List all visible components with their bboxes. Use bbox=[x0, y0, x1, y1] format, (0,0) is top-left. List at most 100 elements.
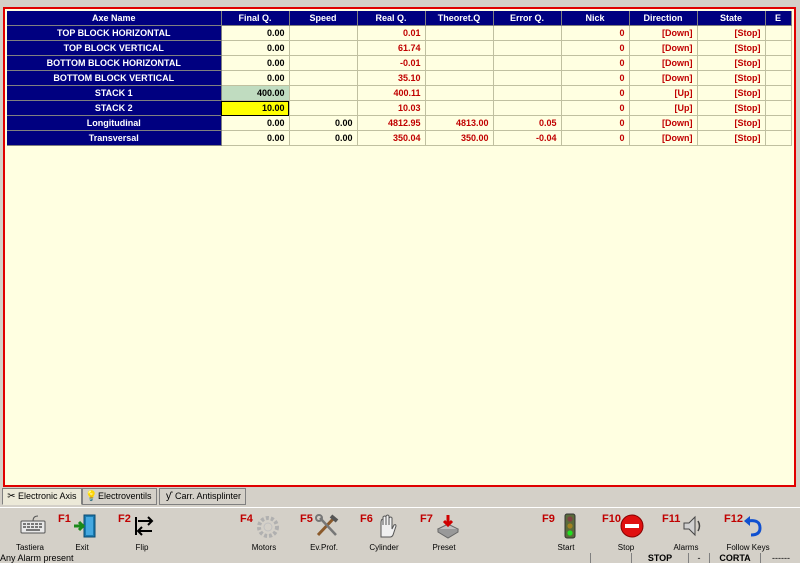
e-cell bbox=[765, 40, 792, 56]
speed-cell[interactable]: 0.00 bbox=[289, 130, 358, 146]
f6-label: Cylinder bbox=[369, 543, 399, 552]
column-header-state[interactable]: State bbox=[697, 11, 766, 26]
e-cell bbox=[765, 85, 792, 101]
state-cell: [Stop] bbox=[697, 25, 766, 41]
theoret-q-cell bbox=[425, 100, 494, 116]
f10-stop-button[interactable]: F10 Stop bbox=[602, 510, 650, 554]
tab-label: Electroventils bbox=[98, 491, 152, 501]
final-q-cell-selected[interactable]: 10.00 bbox=[221, 100, 290, 116]
speed-cell[interactable]: 0.00 bbox=[289, 115, 358, 131]
state-cell: [Stop] bbox=[697, 40, 766, 56]
axe-name-cell[interactable]: Transversal bbox=[7, 130, 222, 146]
final-q-cell[interactable]: 0.00 bbox=[221, 130, 290, 146]
final-q-cell[interactable]: 0.00 bbox=[221, 115, 290, 131]
column-header-direction[interactable]: Direction bbox=[629, 11, 698, 26]
error-q-cell: -0.04 bbox=[493, 130, 562, 146]
column-header-final-q[interactable]: Final Q. bbox=[221, 11, 290, 26]
f9-start-button[interactable]: F9 Start bbox=[542, 510, 590, 554]
speed-cell[interactable] bbox=[289, 25, 358, 41]
f7-preset-button[interactable]: F7 Preset bbox=[420, 510, 468, 554]
column-header-theoret-q[interactable]: Theoret.Q bbox=[425, 11, 494, 26]
axe-name-cell[interactable]: Longitudinal bbox=[7, 115, 222, 131]
theoret-q-cell bbox=[425, 70, 494, 86]
final-q-cell[interactable]: 0.00 bbox=[221, 55, 290, 71]
error-q-cell bbox=[493, 55, 562, 71]
keyboard-button[interactable]: Tastiera bbox=[6, 510, 54, 554]
status-bar: Any Alarm present STOP - CORTA ------ bbox=[0, 553, 800, 563]
f5-key-label: F5 bbox=[300, 513, 313, 525]
e-cell bbox=[765, 25, 792, 41]
column-header-axe-name[interactable]: Axe Name bbox=[7, 11, 222, 26]
f12-follow-keys-button[interactable]: F12 Follow Keys bbox=[724, 510, 772, 554]
nick-cell: 0 bbox=[561, 70, 630, 86]
f10-label: Stop bbox=[617, 543, 635, 552]
f12-label: Follow Keys bbox=[726, 543, 770, 552]
function-key-toolbar: Tastiera F1 Exit F2 Flip F4 Motors F5 Ev… bbox=[0, 507, 800, 554]
nick-cell: 0 bbox=[561, 85, 630, 101]
speed-cell[interactable] bbox=[289, 85, 358, 101]
f1-exit-button[interactable]: F1 Exit bbox=[58, 510, 106, 554]
tools-icon: ✂ bbox=[7, 491, 16, 502]
axis-table: Axe Name Final Q. Speed Real Q. Theoret.… bbox=[7, 11, 792, 146]
column-header-nick[interactable]: Nick bbox=[561, 11, 630, 26]
axe-name-cell[interactable]: TOP BLOCK VERTICAL bbox=[7, 40, 222, 56]
table-row[interactable]: TOP BLOCK HORIZONTAL 0.00 0.01 0 [Down] … bbox=[7, 25, 792, 41]
speaker-icon bbox=[683, 515, 701, 537]
speed-cell[interactable] bbox=[289, 70, 358, 86]
e-cell bbox=[765, 115, 792, 131]
speed-cell[interactable] bbox=[289, 100, 358, 116]
status-message: Any Alarm present bbox=[0, 553, 74, 563]
direction-cell: [Down] bbox=[629, 70, 698, 86]
final-q-cell[interactable]: 0.00 bbox=[221, 25, 290, 41]
column-header-speed[interactable]: Speed bbox=[289, 11, 358, 26]
axis-grid-panel: Axe Name Final Q. Speed Real Q. Theoret.… bbox=[3, 7, 796, 487]
final-q-cell[interactable]: 400.00 bbox=[221, 85, 290, 101]
axe-name-cell[interactable]: STACK 2 bbox=[7, 100, 222, 116]
table-row[interactable]: Transversal 0.00 0.00 350.04 350.00 -0.0… bbox=[7, 130, 792, 146]
preset-icon bbox=[436, 515, 460, 539]
exit-door-icon bbox=[74, 514, 96, 538]
column-header-real-q[interactable]: Real Q. bbox=[357, 11, 426, 26]
axe-name-cell[interactable]: BOTTOM BLOCK VERTICAL bbox=[7, 70, 222, 86]
column-header-error-q[interactable]: Error Q. bbox=[493, 11, 562, 26]
stop-sign-icon bbox=[620, 514, 644, 538]
state-cell: [Stop] bbox=[697, 100, 766, 116]
table-row[interactable]: STACK 1 400.00 400.11 0 [Up] [Stop] bbox=[7, 85, 792, 101]
tab-electronic-axis[interactable]: ✂ Electronic Axis bbox=[2, 488, 82, 505]
table-row[interactable]: TOP BLOCK VERTICAL 0.00 61.74 0 [Down] [… bbox=[7, 40, 792, 56]
column-header-e[interactable]: E bbox=[765, 11, 792, 26]
f5-ev-prof-button[interactable]: F5 Ev.Prof. bbox=[300, 510, 348, 554]
table-row[interactable]: STACK 2 10.00 10.03 0 [Up] [Stop] bbox=[7, 100, 792, 116]
nick-cell: 0 bbox=[561, 40, 630, 56]
f11-alarms-button[interactable]: F11 Alarms bbox=[662, 510, 710, 554]
status-mode: CORTA bbox=[709, 553, 760, 563]
direction-cell: [Up] bbox=[629, 100, 698, 116]
error-q-cell bbox=[493, 100, 562, 116]
f6-cylinder-button[interactable]: F6 Cylinder bbox=[360, 510, 408, 554]
final-q-cell[interactable]: 0.00 bbox=[221, 40, 290, 56]
axe-name-cell[interactable]: TOP BLOCK HORIZONTAL bbox=[7, 25, 222, 41]
real-q-cell: 0.01 bbox=[357, 25, 426, 41]
speed-cell[interactable] bbox=[289, 40, 358, 56]
direction-cell: [Down] bbox=[629, 115, 698, 131]
table-row[interactable]: Longitudinal 0.00 0.00 4812.95 4813.00 0… bbox=[7, 115, 792, 131]
table-row[interactable]: BOTTOM BLOCK VERTICAL 0.00 35.10 0 [Down… bbox=[7, 70, 792, 86]
f1-label: Exit bbox=[75, 543, 89, 552]
f4-motors-button[interactable]: F4 Motors bbox=[240, 510, 288, 554]
axe-name-cell[interactable]: STACK 1 bbox=[7, 85, 222, 101]
follow-arrow-icon bbox=[744, 516, 762, 537]
status-separator: - bbox=[688, 553, 709, 563]
status-state: STOP bbox=[631, 553, 688, 563]
direction-cell: [Down] bbox=[629, 40, 698, 56]
tab-carr-antisplinter[interactable]: ƴ Carr. Antisplinter bbox=[159, 488, 247, 505]
tab-electroventils[interactable]: 💡Electroventils bbox=[82, 488, 157, 505]
table-row[interactable]: BOTTOM BLOCK HORIZONTAL 0.00 -0.01 0 [Do… bbox=[7, 55, 792, 71]
f2-flip-button[interactable]: F2 Flip bbox=[118, 510, 166, 554]
axe-name-cell[interactable]: BOTTOM BLOCK HORIZONTAL bbox=[7, 55, 222, 71]
final-q-cell[interactable]: 0.00 bbox=[221, 70, 290, 86]
speed-cell[interactable] bbox=[289, 55, 358, 71]
nick-cell: 0 bbox=[561, 115, 630, 131]
e-cell bbox=[765, 70, 792, 86]
theoret-q-cell: 4813.00 bbox=[425, 115, 494, 131]
f6-key-label: F6 bbox=[360, 513, 373, 525]
